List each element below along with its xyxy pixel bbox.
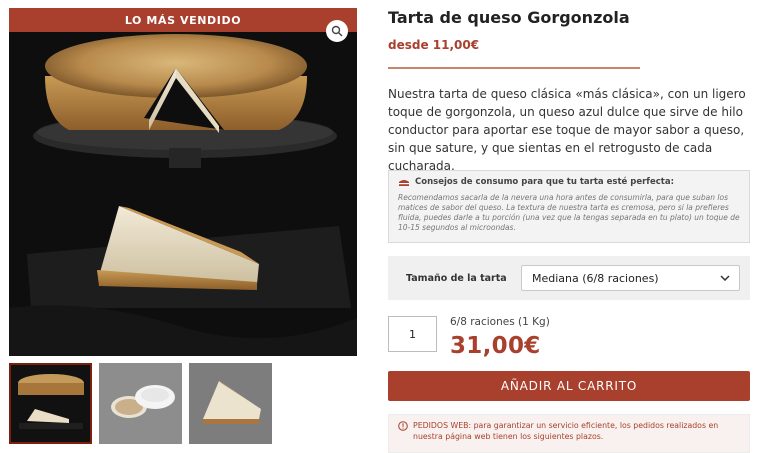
tips-body: Recomendamos sacarla de la nevera una ho… [398, 193, 740, 232]
size-label: Tamaño de la tarta [406, 272, 507, 284]
size-select[interactable]: Mediana (6/8 raciones) [521, 265, 740, 291]
size-selector-row: Tamaño de la tarta Mediana (6/8 raciones… [388, 256, 750, 300]
zoom-icon [331, 25, 343, 37]
size-selected-value: Mediana (6/8 raciones) [532, 271, 659, 285]
tips-title: Consejos de consumo para que tu tarta es… [415, 177, 674, 187]
title-divider [388, 67, 640, 69]
add-to-cart-button[interactable]: AÑADIR AL CARRITO [388, 371, 750, 401]
cake-icon [399, 179, 409, 186]
web-orders-notice: PEDIDOS WEB: para garantizar un servicio… [388, 414, 750, 453]
tips-header: Consejos de consumo para que tu tarta es… [398, 177, 740, 187]
price-from: desde 11,00€ [388, 38, 480, 52]
bestseller-badge: LO MÁS VENDIDO [9, 8, 357, 32]
cheesecake-slice-thumb [189, 363, 272, 444]
thumbnail-3[interactable] [189, 363, 272, 444]
quantity-input[interactable]: 1 [388, 316, 437, 352]
thumbnail-strip [9, 363, 272, 444]
product-title: Tarta de queso Gorgonzola [388, 8, 630, 27]
notice-text: PEDIDOS WEB: para garantizar un servicio… [413, 421, 719, 441]
product-description: Nuestra tarta de queso clásica «más clás… [388, 87, 746, 173]
cheesecake-box-thumb [99, 363, 182, 444]
consumption-tips-box: Consejos de consumo para que tu tarta es… [388, 170, 750, 243]
portion-info: 6/8 raciones (1 Kg) [450, 316, 550, 328]
product-price: 31,00€ [450, 333, 541, 359]
cheesecake-photo [9, 8, 357, 356]
thumbnail-2[interactable] [99, 363, 182, 444]
chevron-down-icon [720, 275, 730, 281]
info-icon [398, 421, 408, 431]
thumbnail-1[interactable] [9, 363, 92, 444]
product-main-image[interactable] [9, 8, 357, 356]
zoom-button[interactable] [326, 20, 348, 42]
cheesecake-thumb-1 [9, 363, 92, 444]
